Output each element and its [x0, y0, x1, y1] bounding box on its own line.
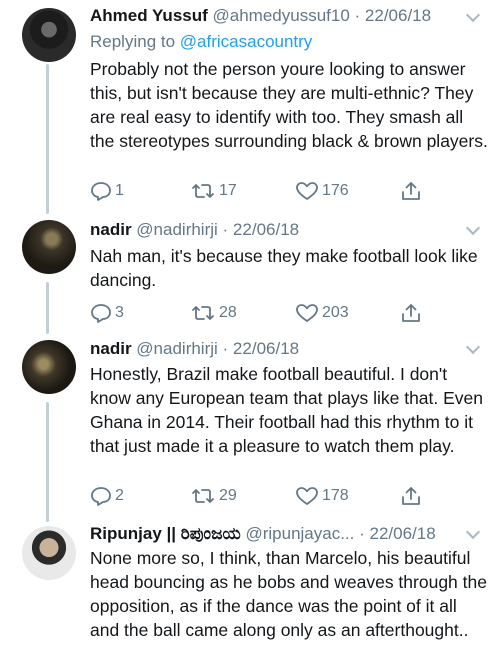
display-name[interactable]: Ahmed Yussuf	[90, 6, 208, 25]
retweet-count: 29	[219, 487, 237, 504]
heart-icon	[296, 182, 318, 200]
replying-to: Replying to @africasacountry	[90, 32, 312, 52]
reply-icon	[91, 182, 111, 201]
retweet-icon	[192, 184, 214, 198]
avatar[interactable]	[22, 220, 76, 274]
share-icon	[402, 182, 420, 200]
tweet-date[interactable]: · 22/06/18	[355, 6, 432, 25]
tweet[interactable]: nadir @nadirhirji · 22/06/18 Nah man, it…	[0, 215, 500, 335]
avatar[interactable]	[22, 8, 76, 62]
tweet-actions: 1 17 176	[90, 178, 430, 204]
share-button[interactable]	[400, 178, 422, 204]
tweet-header: Ahmed Yussuf @ahmedyussuf10 · 22/06/18	[90, 6, 500, 26]
tweet-text: None more so, I think, than Marcelo, his…	[90, 548, 487, 640]
retweet-icon	[192, 306, 214, 320]
tweet[interactable]: nadir @nadirhirji · 22/06/18 Honestly, B…	[0, 335, 500, 520]
share-icon	[402, 487, 420, 505]
reply-count: 1	[115, 182, 124, 199]
reply-button[interactable]: 2	[90, 483, 124, 509]
display-name[interactable]: nadir	[90, 220, 132, 239]
retweet-button[interactable]: 28	[190, 300, 237, 326]
retweet-icon	[192, 489, 214, 503]
reply-icon	[91, 487, 111, 506]
retweet-button[interactable]: 29	[190, 483, 237, 509]
tweet-date[interactable]: · 22/06/18	[223, 220, 300, 239]
reply-count: 2	[115, 487, 124, 504]
tweet-date[interactable]: · 22/06/18	[359, 524, 436, 543]
like-count: 203	[322, 304, 349, 321]
tweet-text: Honestly, Brazil make football beautiful…	[90, 364, 484, 456]
like-button[interactable]: 178	[295, 483, 349, 509]
avatar[interactable]	[22, 340, 76, 394]
user-handle[interactable]: @ripunjayac...	[245, 524, 354, 543]
tweet[interactable]: Ripunjay || ರಿಪುಂಜಯ @ripunjayac... · 22/…	[0, 520, 500, 662]
replying-to-link[interactable]: @africasacountry	[180, 32, 313, 51]
tweet-actions: 3 28 203	[90, 300, 430, 326]
like-button[interactable]: 176	[295, 178, 349, 204]
reply-count: 3	[115, 304, 124, 321]
tweet[interactable]: Ahmed Yussuf @ahmedyussuf10 · 22/06/18 R…	[0, 0, 500, 215]
heart-icon	[296, 304, 318, 322]
tweet-date[interactable]: · 22/06/18	[223, 339, 300, 358]
tweet-actions: 2 29 178	[90, 483, 430, 509]
tweet-text: Probably not the person youre looking to…	[90, 59, 488, 151]
reply-button[interactable]: 3	[90, 300, 124, 326]
like-count: 178	[322, 487, 349, 504]
share-button[interactable]	[400, 483, 422, 509]
like-button[interactable]: 203	[295, 300, 349, 326]
tweet-text: Nah man, it's because they make football…	[90, 246, 478, 290]
tweet-header: nadir @nadirhirji · 22/06/18	[90, 220, 500, 240]
share-button[interactable]	[400, 300, 422, 326]
like-count: 176	[322, 182, 349, 199]
tweet-header: nadir @nadirhirji · 22/06/18	[90, 339, 500, 359]
replying-to-label: Replying to	[90, 32, 180, 51]
avatar[interactable]	[22, 526, 76, 580]
tweet-header: Ripunjay || ರಿಪುಂಜಯ @ripunjayac... · 22/…	[90, 524, 500, 544]
heart-icon	[296, 487, 318, 505]
user-handle[interactable]: @ahmedyussuf10	[213, 6, 350, 25]
user-handle[interactable]: @nadirhirji	[136, 220, 218, 239]
reply-button[interactable]: 1	[90, 178, 124, 204]
display-name[interactable]: Ripunjay || ರಿಪುಂಜಯ	[90, 524, 241, 543]
reply-icon	[91, 304, 111, 323]
display-name[interactable]: nadir	[90, 339, 132, 358]
user-handle[interactable]: @nadirhirji	[136, 339, 218, 358]
retweet-button[interactable]: 17	[190, 178, 237, 204]
retweet-count: 28	[219, 304, 237, 321]
share-icon	[402, 304, 420, 322]
retweet-count: 17	[219, 182, 237, 199]
